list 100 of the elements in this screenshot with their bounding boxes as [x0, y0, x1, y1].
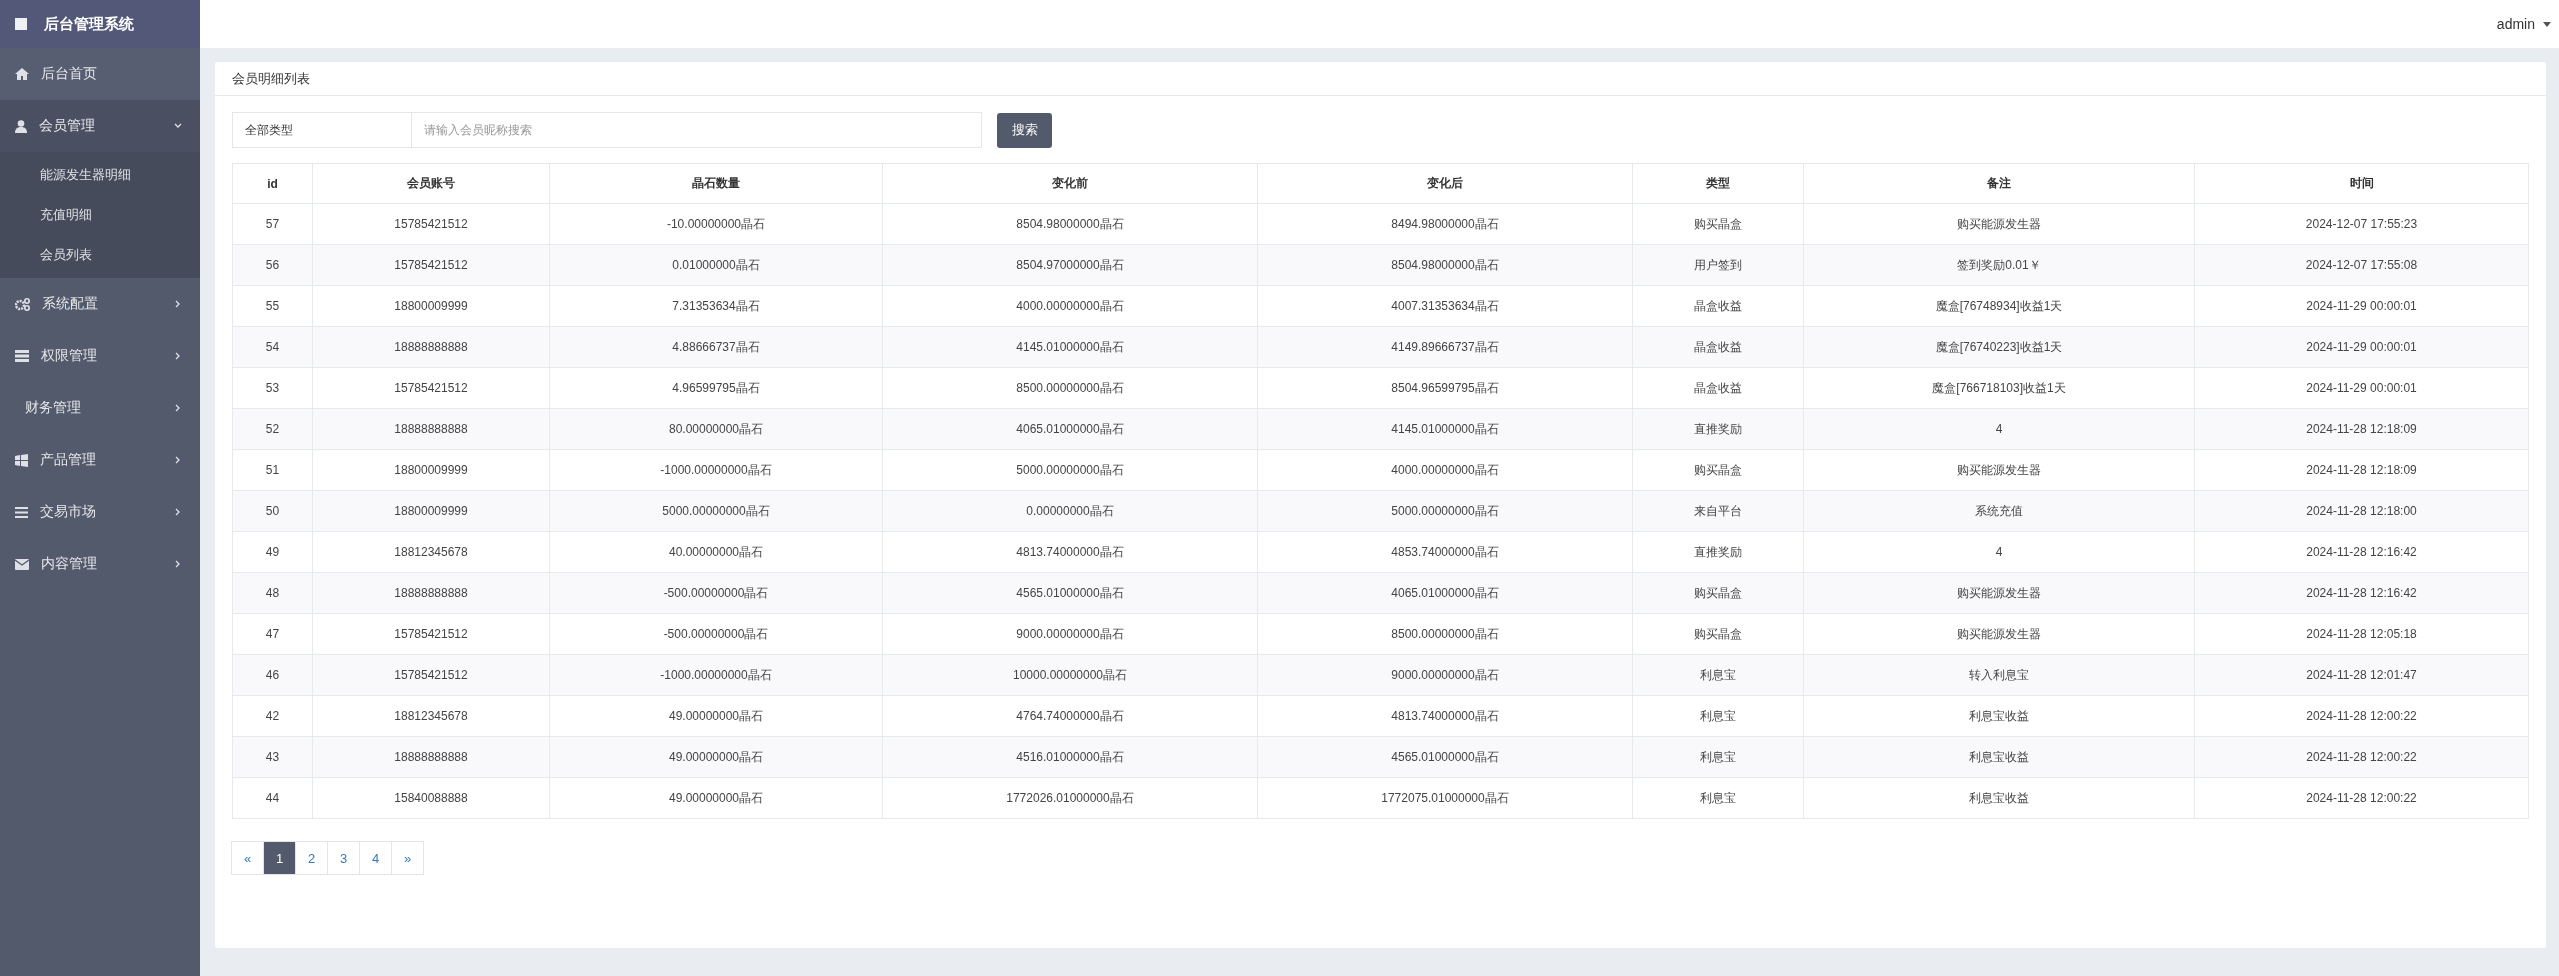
table-cell: 10000.00000000晶石 — [882, 654, 1258, 696]
home-icon — [15, 68, 29, 80]
column-header: 类型 — [1632, 163, 1804, 204]
table-cell: 利息宝收益 — [1803, 695, 2195, 737]
table-cell: 5000.00000000晶石 — [1257, 490, 1633, 532]
table-cell: -1000.00000000晶石 — [549, 654, 883, 696]
table-cell: 4764.74000000晶石 — [882, 695, 1258, 737]
table-cell: 49.00000000晶石 — [549, 695, 883, 737]
table-cell: 18800009999 — [312, 490, 550, 532]
caret-icon — [2543, 21, 2551, 27]
table-cell: 2024-11-29 00:00:01 — [2194, 326, 2529, 368]
table-cell: 8504.98000000晶石 — [1257, 244, 1633, 286]
sidebar-item[interactable]: 财务管理 — [0, 382, 200, 434]
table-cell: 2024-11-28 12:05:18 — [2194, 613, 2529, 655]
sidebar-item[interactable]: 产品管理 — [0, 434, 200, 486]
table-cell: 2024-11-28 12:00:22 — [2194, 695, 2529, 737]
table-cell: 购买能源发生器 — [1803, 449, 2195, 491]
table-cell: 1772026.01000000晶石 — [882, 777, 1258, 819]
table-cell: 2024-11-28 12:16:42 — [2194, 572, 2529, 614]
table-cell: 4 — [1803, 408, 2195, 450]
table-cell: 购买能源发生器 — [1803, 203, 2195, 245]
table-cell: 18888888888 — [312, 572, 550, 614]
table-cell: 56 — [232, 244, 313, 286]
page-link[interactable]: 2 — [295, 841, 328, 875]
table-cell: 2024-12-07 17:55:08 — [2194, 244, 2529, 286]
table-cell: 0.00000000晶石 — [882, 490, 1258, 532]
search-field[interactable]: 请输入会员昵称搜索 — [412, 112, 982, 148]
sidebar-item[interactable]: 会员管理 — [0, 100, 200, 152]
table-cell: 8500.00000000晶石 — [882, 367, 1258, 409]
table-cell: 利息宝收益 — [1803, 777, 2195, 819]
table-cell: 18800009999 — [312, 449, 550, 491]
submenu-item[interactable]: 充值明细 — [0, 195, 200, 235]
table-cell: 15785421512 — [312, 244, 550, 286]
table-cell: -500.00000000晶石 — [549, 572, 883, 614]
table-cell: 魔盒[76748934]收益1天 — [1803, 285, 2195, 327]
column-header: 变化后 — [1257, 163, 1633, 204]
table-cell: 魔盒[76740223]收益1天 — [1803, 326, 2195, 368]
table-cell: 2024-11-29 00:00:01 — [2194, 367, 2529, 409]
sidebar-item[interactable]: 权限管理 — [0, 330, 200, 382]
table-cell: 49.00000000晶石 — [549, 777, 883, 819]
table-cell: 8504.96599795晶石 — [1257, 367, 1633, 409]
table-cell: 晶盒收益 — [1632, 285, 1804, 327]
table-cell: 利息宝 — [1632, 695, 1804, 737]
submenu-item[interactable]: 会员列表 — [0, 235, 200, 275]
chevron-right-icon — [174, 456, 182, 464]
column-header: 备注 — [1803, 163, 2195, 204]
table-cell: 4145.01000000晶石 — [882, 326, 1258, 368]
table-cell: 4813.74000000晶石 — [882, 531, 1258, 573]
table-cell: 15785421512 — [312, 654, 550, 696]
sidebar-item[interactable]: 系统配置 — [0, 278, 200, 330]
table-cell: 4145.01000000晶石 — [1257, 408, 1633, 450]
table-cell: 15785421512 — [312, 203, 550, 245]
table-cell: 18812345678 — [312, 695, 550, 737]
table-cell: 49.00000000晶石 — [549, 736, 883, 778]
page-link[interactable]: 4 — [359, 841, 392, 875]
app-title: 后台管理系统 — [44, 14, 134, 34]
chevron-right-icon — [174, 404, 182, 412]
submenu-item[interactable]: 能源发生器明细 — [0, 155, 200, 195]
table-cell: 利息宝 — [1632, 654, 1804, 696]
table-cell: 18888888888 — [312, 736, 550, 778]
type-select[interactable]: 全部类型 — [232, 112, 412, 148]
table-cell: 2024-11-29 00:00:01 — [2194, 285, 2529, 327]
table-cell: 40.00000000晶石 — [549, 531, 883, 573]
table-cell: 47 — [232, 613, 313, 655]
table-cell: 44 — [232, 777, 313, 819]
table-cell: 15840088888 — [312, 777, 550, 819]
table-cell: 18888888888 — [312, 326, 550, 368]
table-cell: 购买晶盒 — [1632, 449, 1804, 491]
page-link[interactable]: 1 — [263, 841, 296, 875]
table-cell: 0.01000000晶石 — [549, 244, 883, 286]
table-cell: 2024-11-28 12:00:22 — [2194, 736, 2529, 778]
page-link[interactable]: 3 — [327, 841, 360, 875]
chevron-right-icon — [174, 300, 182, 308]
sidebar-item[interactable]: 交易市场 — [0, 486, 200, 538]
table-cell: 7.31353634晶石 — [549, 285, 883, 327]
page-link[interactable]: « — [231, 841, 264, 875]
table-cell: 46 — [232, 654, 313, 696]
table-cell: 2024-11-28 12:01:47 — [2194, 654, 2529, 696]
table-cell: 15785421512 — [312, 367, 550, 409]
table-cell: 2024-11-28 12:18:00 — [2194, 490, 2529, 532]
list-icon — [15, 350, 29, 362]
table-cell: 48 — [232, 572, 313, 614]
table-cell: 晶盒收益 — [1632, 326, 1804, 368]
sidebar-item[interactable]: 内容管理 — [0, 538, 200, 590]
search-button[interactable]: 搜索 — [997, 112, 1052, 148]
square-icon — [15, 18, 27, 30]
user-menu[interactable]: admin — [2496, 16, 2551, 32]
column-header: id — [232, 163, 313, 204]
table-cell: 2024-12-07 17:55:23 — [2194, 203, 2529, 245]
windows-icon — [15, 453, 28, 467]
sidebar-item[interactable]: 后台首页 — [0, 48, 200, 100]
table-cell: 利息宝 — [1632, 736, 1804, 778]
chevron-right-icon — [174, 508, 182, 516]
table-cell: 4000.00000000晶石 — [882, 285, 1258, 327]
table-cell: 4813.74000000晶石 — [1257, 695, 1633, 737]
column-header: 晶石数量 — [549, 163, 883, 204]
table-cell: 52 — [232, 408, 313, 450]
table-cell: 49 — [232, 531, 313, 573]
page-link[interactable]: » — [391, 841, 424, 875]
gears-icon — [15, 297, 30, 311]
